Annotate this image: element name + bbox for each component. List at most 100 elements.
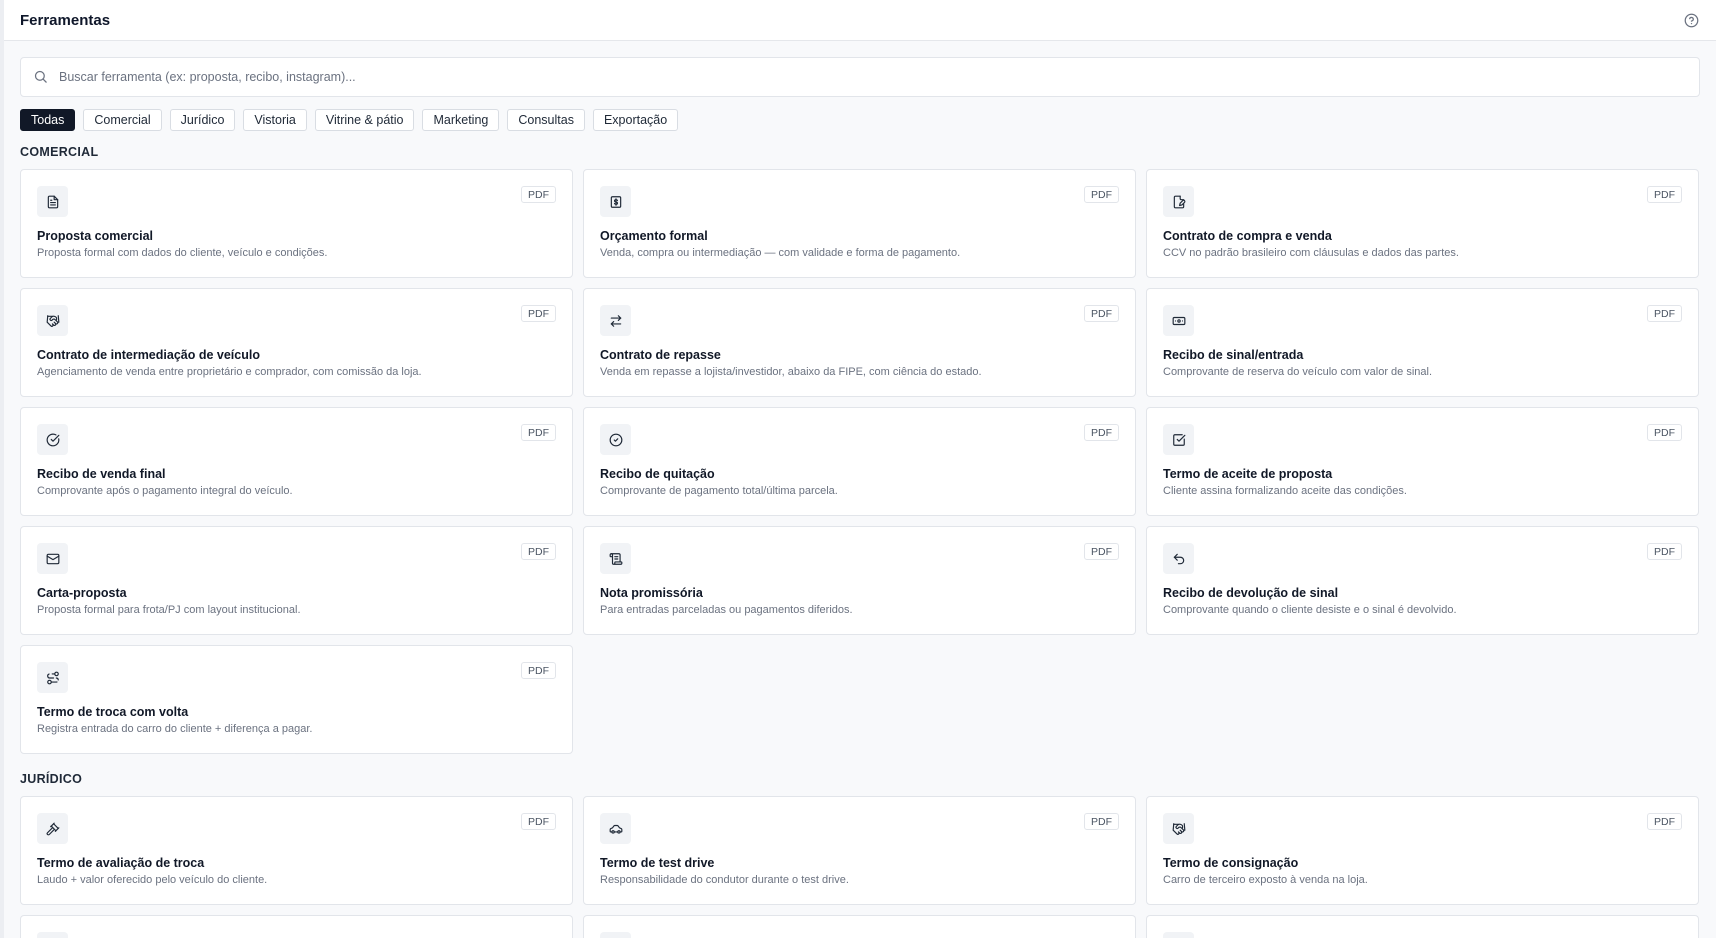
filter-tab-consultas[interactable]: Consultas <box>507 109 585 131</box>
pdf-badge: PDF <box>521 543 556 560</box>
tool-card-nota-promissoria[interactable]: PDF Nota promissória Para entradas parcela… <box>583 526 1136 635</box>
search-bar[interactable] <box>20 57 1700 97</box>
filter-tab-juridico[interactable]: Jurídico <box>169 109 236 131</box>
undo-icon <box>1163 543 1194 574</box>
tool-card-title: Termo de avaliação de troca <box>37 856 205 870</box>
tool-card-title: Orçamento formal <box>600 229 708 243</box>
file-signature-icon <box>1163 186 1194 217</box>
tool-card-termo-de-test-drive[interactable]: PDF Termo de test drive Responsabilidade d… <box>583 796 1136 905</box>
tool-card-carta-proposta[interactable]: PDF Carta-proposta Proposta formal para fr… <box>20 526 573 635</box>
tool-card-title: Termo de troca com volta <box>37 705 189 719</box>
tool-card-description: Carro de terceiro exposto à venda na loj… <box>1163 874 1368 886</box>
tool-card-proposta-comercial[interactable]: PDF Proposta comercial Proposta formal com… <box>20 169 573 278</box>
filter-tab-todas[interactable]: Todas <box>20 109 76 131</box>
pdf-badge: PDF <box>521 662 556 679</box>
pdf-badge: PDF <box>1084 305 1119 322</box>
tool-card-title: Termo de aceite de proposta <box>1163 467 1333 481</box>
document-icon <box>37 186 68 217</box>
tool-card-description: Comprovante após o pagamento integral do… <box>37 485 293 497</box>
section-juridico: JURÍDICO PDF Termo de avaliação de troca La… <box>20 772 1700 938</box>
pdf-badge: PDF <box>1647 813 1682 830</box>
tool-card-termo-de-consignacao[interactable]: PDF Termo de consignação Carro de terceiro… <box>1146 796 1699 905</box>
filter-tab-vitrine-patio[interactable]: Vitrine & pátio <box>314 109 415 131</box>
tool-card-description: Proposta formal com dados do cliente, ve… <box>37 247 328 259</box>
check-circle-icon <box>600 424 631 455</box>
scroll-icon <box>600 543 631 574</box>
tool-card-description: Comprovante quando o cliente desiste e o… <box>1163 604 1457 616</box>
car-icon <box>600 813 631 844</box>
tool-card-title: Termo de consignação <box>1163 856 1299 870</box>
square-check-icon <box>1163 424 1194 455</box>
tool-card-description: Venda, compra ou intermediação — com val… <box>600 247 961 259</box>
section-title: JURÍDICO <box>20 772 83 786</box>
dollar-receipt-icon <box>600 186 631 217</box>
arrows-exchange-icon <box>600 305 631 336</box>
tool-card-title: Nota promissória <box>600 586 703 600</box>
pdf-badge: PDF <box>1084 813 1119 830</box>
tool-card-title: Contrato de repasse <box>600 348 721 362</box>
filter-tab-exportacao[interactable]: Exportação <box>592 109 679 131</box>
pdf-badge: PDF <box>521 424 556 441</box>
tool-card-description: Cliente assina formalizando aceite das c… <box>1163 485 1407 497</box>
gavel-icon <box>37 813 68 844</box>
tool-card-description: CCV no padrão brasileiro com cláusulas e… <box>1163 247 1459 259</box>
mail-icon <box>37 543 68 574</box>
left-frame-edge <box>0 0 4 938</box>
tool-sections: COMERCIAL PDF Proposta comercial Proposta f… <box>20 145 1700 938</box>
tool-card-orcamento-formal[interactable]: PDF Orçamento formal Venda, compra ou inte… <box>583 169 1136 278</box>
tool-grid: PDF Proposta comercial Proposta formal com… <box>20 169 1700 754</box>
page-title: Ferramentas <box>20 11 111 29</box>
tool-card-recibo-de-venda-final[interactable]: PDF Recibo de venda final Comprovante após… <box>20 407 573 516</box>
pdf-badge: PDF <box>521 813 556 830</box>
tool-card-termo-de-troca-com-volta[interactable]: PDF Termo de troca com volta Registra entr… <box>20 645 573 754</box>
tool-card-title: Proposta comercial <box>37 229 154 243</box>
tools-content: Todas Comercial Jurídico Vistoria Vitrine & … <box>20 57 1700 938</box>
tool-card-contrato-de-repasse[interactable]: PDF Contrato de repasse Venda em repasse a… <box>583 288 1136 397</box>
tool-card-description: Para entradas parceladas ou pagamentos d… <box>600 604 853 616</box>
tool-card-recibo-de-quitacao[interactable]: PDF Recibo de quitação Comprovante de paga… <box>583 407 1136 516</box>
tool-card-title: Carta-proposta <box>37 586 127 600</box>
tool-card-recibo-de-devolucao-de-sinal[interactable]: PDF Recibo de devolução de sinal Comprovan… <box>1146 526 1699 635</box>
handshake-icon <box>1163 813 1194 844</box>
tool-card-contrato-de-intermediacao-de-veiculo[interactable]: PDF Contrato de intermediação de veículo A… <box>20 288 573 397</box>
tool-card-description: Registra entrada do carro do cliente + d… <box>37 723 313 735</box>
tool-card-partial[interactable] <box>20 915 573 938</box>
tool-card-description: Comprovante de pagamento total/última pa… <box>600 485 838 497</box>
pdf-badge: PDF <box>1084 186 1119 203</box>
tool-card-recibo-de-sinal-entrada[interactable]: PDF Recibo de sinal/entrada Comprovante de… <box>1146 288 1699 397</box>
tool-card-description: Agenciamento de venda entre proprietário… <box>37 366 422 378</box>
page-header: Ferramentas <box>4 0 1716 41</box>
swap-dashed-icon <box>37 662 68 693</box>
pdf-badge: PDF <box>1084 543 1119 560</box>
tool-grid: PDF Termo de avaliação de troca Laudo + va… <box>20 796 1700 938</box>
tool-card-description: Venda em repasse a lojista/investidor, a… <box>600 366 982 378</box>
tool-card-title: Recibo de sinal/entrada <box>1163 348 1304 362</box>
tool-card-termo-de-avaliacao-de-troca[interactable]: PDF Termo de avaliação de troca Laudo + va… <box>20 796 573 905</box>
tool-card-title: Contrato de compra e venda <box>1163 229 1332 243</box>
pdf-badge: PDF <box>1647 543 1682 560</box>
filter-tab-vistoria[interactable]: Vistoria <box>243 109 307 131</box>
pdf-badge: PDF <box>521 186 556 203</box>
tool-card-title: Recibo de devolução de sinal <box>1163 586 1339 600</box>
card-icon-placeholder <box>37 932 68 938</box>
help-circle-icon[interactable] <box>1682 11 1700 29</box>
tool-card-contrato-de-compra-e-venda[interactable]: PDF Contrato de compra e venda CCV no padr… <box>1146 169 1699 278</box>
pdf-badge: PDF <box>1084 424 1119 441</box>
pdf-badge: PDF <box>1647 424 1682 441</box>
tool-card-title: Recibo de quitação <box>600 467 715 481</box>
handshake-icon <box>37 305 68 336</box>
tool-card-title: Contrato de intermediação de veículo <box>37 348 260 362</box>
card-icon-placeholder <box>600 932 631 938</box>
filter-tab-marketing[interactable]: Marketing <box>422 109 500 131</box>
tool-card-partial[interactable] <box>583 915 1136 938</box>
tool-card-description: Proposta formal para frota/PJ com layout… <box>37 604 301 616</box>
tool-card-termo-de-aceite-de-proposta[interactable]: PDF Termo de aceite de proposta Cliente as… <box>1146 407 1699 516</box>
tool-card-description: Comprovante de reserva do veículo com va… <box>1163 366 1433 378</box>
search-input[interactable] <box>59 70 1687 84</box>
tool-card-title: Recibo de venda final <box>37 467 166 481</box>
tool-card-partial[interactable] <box>1146 915 1699 938</box>
filter-tabs: Todas Comercial Jurídico Vistoria Vitrine & … <box>20 109 1700 131</box>
filter-tab-comercial[interactable]: Comercial <box>83 109 162 131</box>
section-title: COMERCIAL <box>20 145 99 159</box>
banknote-icon <box>1163 305 1194 336</box>
